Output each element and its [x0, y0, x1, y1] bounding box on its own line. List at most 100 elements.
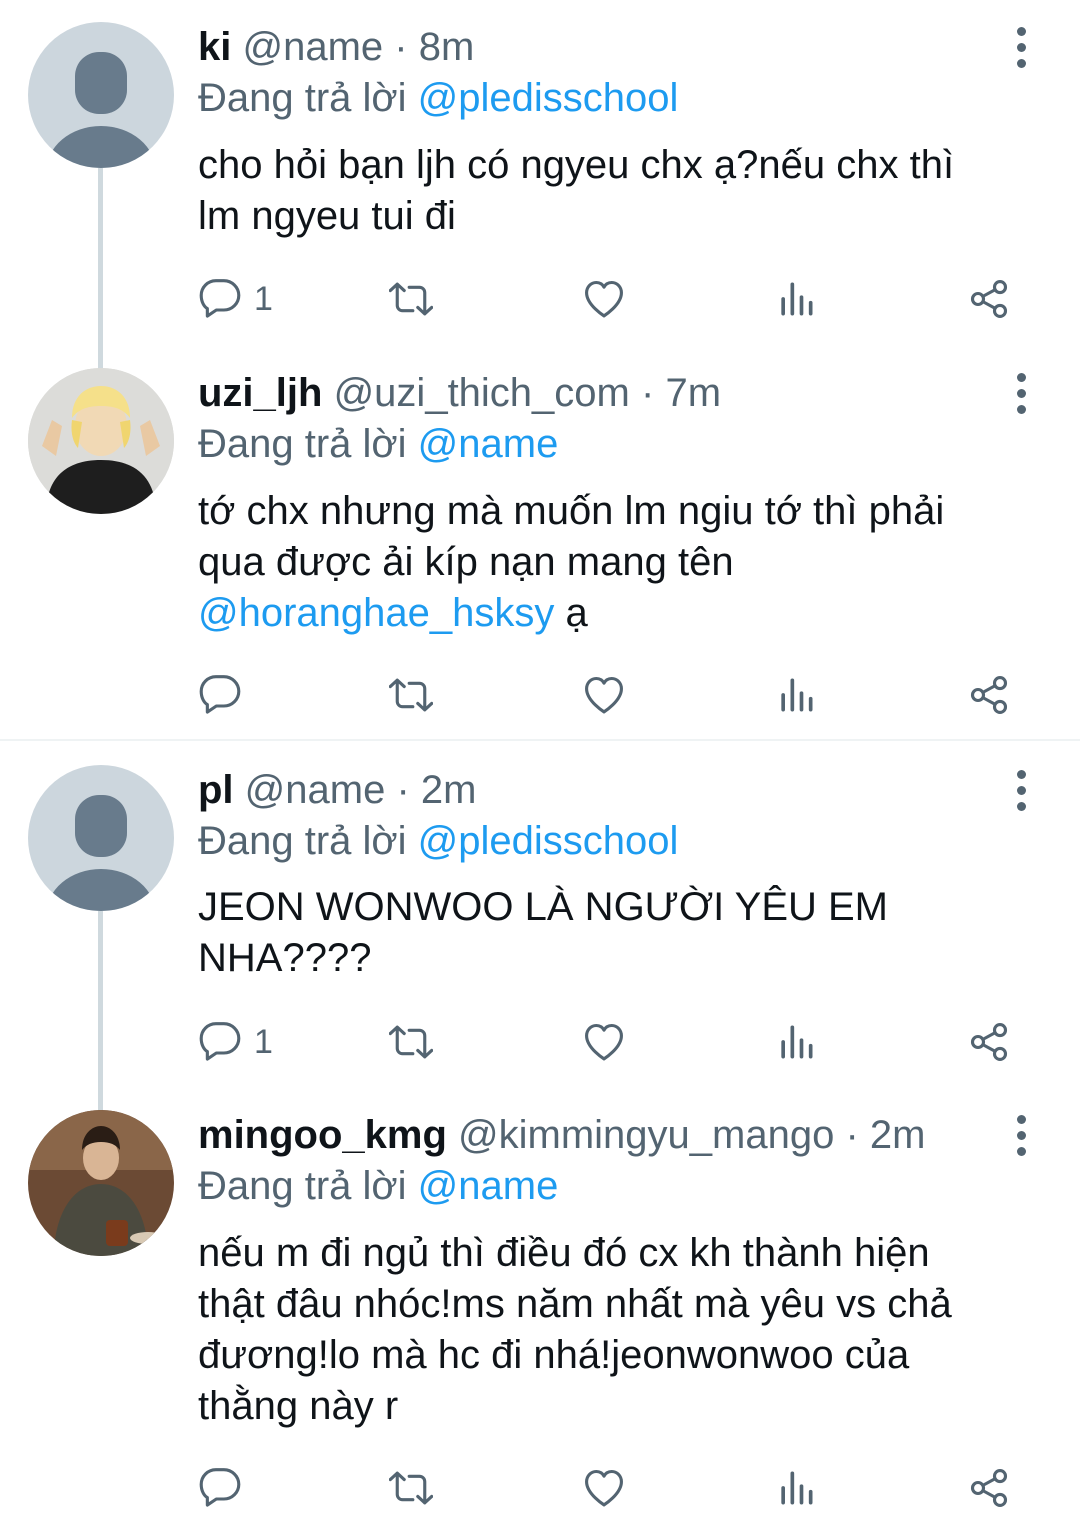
analytics-button[interactable]: [774, 274, 818, 324]
like-button[interactable]: [582, 670, 626, 720]
replying-to: Đang trả lời @name: [198, 419, 558, 469]
tweet-text-line: thằng này r: [198, 1384, 399, 1428]
share-button[interactable]: [967, 274, 1011, 324]
retweet-button[interactable]: [389, 670, 433, 720]
analytics-button[interactable]: [774, 1463, 818, 1513]
avatar[interactable]: [28, 1110, 174, 1256]
body-tail: ạ: [554, 591, 588, 635]
display-name[interactable]: mingoo_kmg: [198, 1113, 447, 1157]
retweet-button[interactable]: [389, 1463, 433, 1513]
analytics-icon: [774, 277, 818, 321]
avatar[interactable]: [28, 22, 174, 168]
action-bar: 1: [0, 1017, 1080, 1067]
analytics-button[interactable]: [774, 670, 818, 720]
action-bar: [0, 1463, 1080, 1513]
timestamp[interactable]: 8m: [419, 25, 475, 69]
reply-count: 1: [254, 1022, 273, 1061]
separator: ·: [641, 371, 655, 415]
body-mention[interactable]: @horanghae_hsksy: [198, 591, 554, 635]
tweet-text: JEON WONWOO LÀ NGƯỜI YÊU EM NHA????: [198, 882, 1028, 984]
analytics-icon: [774, 1020, 818, 1064]
more-options-icon[interactable]: [1004, 1110, 1038, 1160]
reply-icon: [198, 673, 242, 717]
share-button[interactable]: [967, 670, 1011, 720]
share-icon: [967, 1466, 1011, 1510]
retweet-icon: [389, 1466, 433, 1510]
display-name[interactable]: pl: [198, 768, 234, 812]
timestamp[interactable]: 7m: [665, 371, 721, 415]
tweet-text: nếu m đi ngủ thì điều đó cx kh thành hiệ…: [198, 1228, 1028, 1432]
separator: ·: [396, 768, 410, 812]
user-handle[interactable]: @kimmingyu_mango: [458, 1113, 834, 1157]
replying-label: Đang trả lời: [198, 1164, 407, 1208]
user-handle[interactable]: @name: [245, 768, 386, 812]
timestamp[interactable]: 2m: [421, 768, 477, 812]
reply-icon: [198, 1020, 242, 1064]
share-button[interactable]: [967, 1463, 1011, 1513]
analytics-button[interactable]: [774, 1017, 818, 1067]
more-options-icon[interactable]: [1004, 765, 1038, 815]
display-name[interactable]: uzi_ljh: [198, 371, 322, 415]
reply-button[interactable]: [198, 670, 254, 720]
like-button[interactable]: [582, 1017, 626, 1067]
like-button[interactable]: [582, 1463, 626, 1513]
tweet-text-line: qua được ải kíp nạn mang tên: [198, 540, 734, 584]
user-photo-avatar: [28, 1110, 174, 1256]
reply-count: 1: [254, 279, 273, 318]
tweet-text-line: cho hỏi bạn ljh có ngyeu chx ạ?nếu chx t…: [198, 143, 955, 187]
separator: ·: [845, 1113, 859, 1157]
share-icon: [967, 277, 1011, 321]
default-avatar-icon: [28, 765, 174, 911]
reply-to-mention[interactable]: @pledisschool: [418, 76, 679, 120]
replying-label: Đang trả lời: [198, 76, 407, 120]
tweet-text-line: nếu m đi ngủ thì điều đó cx kh thành hiệ…: [198, 1231, 930, 1275]
avatar[interactable]: [28, 368, 174, 514]
thread-line: [98, 911, 103, 1111]
like-icon: [582, 673, 626, 717]
timestamp[interactable]: 2m: [870, 1113, 926, 1157]
retweet-button[interactable]: [389, 274, 433, 324]
display-name[interactable]: ki: [198, 25, 231, 69]
analytics-icon: [774, 673, 818, 717]
retweet-icon: [389, 673, 433, 717]
more-options-icon[interactable]: [1004, 22, 1038, 72]
tweet-header: pl @name · 2m: [198, 765, 477, 815]
replying-label: Đang trả lời: [198, 819, 407, 863]
share-icon: [967, 1020, 1011, 1064]
user-handle[interactable]: @uzi_thich_com: [334, 371, 630, 415]
conversation-divider: [0, 739, 1080, 741]
like-icon: [582, 1020, 626, 1064]
like-icon: [582, 1466, 626, 1510]
reply-to-mention[interactable]: @name: [418, 1164, 559, 1208]
tweet-text: cho hỏi bạn ljh có ngyeu chx ạ?nếu chx t…: [198, 140, 1028, 242]
reply-button[interactable]: 1: [198, 1017, 273, 1067]
retweet-icon: [389, 1020, 433, 1064]
like-icon: [582, 277, 626, 321]
reply-icon: [198, 277, 242, 321]
tweet-header: uzi_ljh @uzi_thich_com · 7m: [198, 368, 721, 418]
action-bar: [0, 670, 1080, 720]
more-options-icon[interactable]: [1004, 368, 1038, 418]
share-button[interactable]: [967, 1017, 1011, 1067]
tweet-text-line: @horanghae_hsksy ạ: [198, 588, 1028, 639]
reply-button[interactable]: 1: [198, 274, 273, 324]
retweet-button[interactable]: [389, 1017, 433, 1067]
reply-to-mention[interactable]: @pledisschool: [418, 819, 679, 863]
replying-label: Đang trả lời: [198, 422, 407, 466]
tweet-text-line: đương!lo mà hc đi nhá!jeonwonwoo của: [198, 1333, 910, 1377]
reply-to-mention[interactable]: @name: [418, 422, 559, 466]
reply-button[interactable]: [198, 1463, 254, 1513]
tweet-header: mingoo_kmg @kimmingyu_mango · 2m: [198, 1110, 926, 1160]
share-icon: [967, 673, 1011, 717]
retweet-icon: [389, 277, 433, 321]
tweet-header: ki @name · 8m: [198, 22, 474, 72]
replying-to: Đang trả lời @name: [198, 1161, 558, 1211]
tweet-text: tớ chx nhưng mà muốn lm ngiu tớ thì phải…: [198, 486, 1028, 639]
user-handle[interactable]: @name: [242, 25, 383, 69]
like-button[interactable]: [582, 274, 626, 324]
avatar[interactable]: [28, 765, 174, 911]
reply-icon: [198, 1466, 242, 1510]
default-avatar-icon: [28, 22, 174, 168]
action-bar: 1: [0, 274, 1080, 324]
separator: ·: [394, 25, 408, 69]
